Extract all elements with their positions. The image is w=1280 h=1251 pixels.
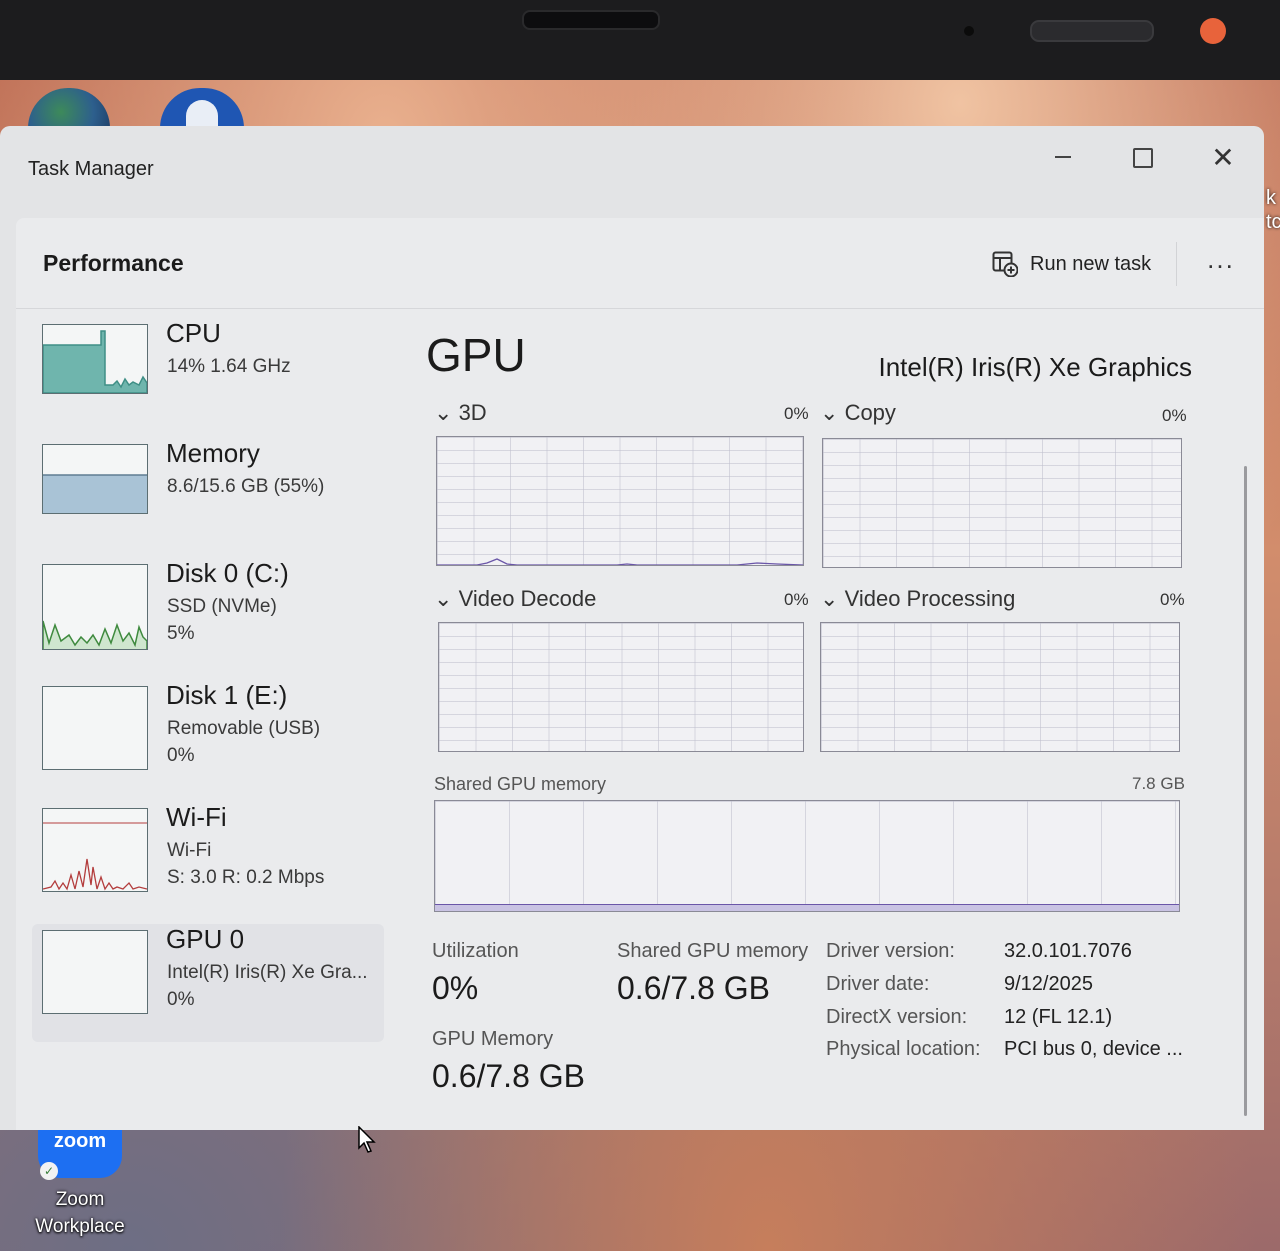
utilization-value: 0% (432, 970, 479, 1006)
memory-thumbnail-graph (42, 444, 148, 514)
directx-version-value: 12 (FL 12.1) (1004, 1006, 1113, 1028)
bezel-grill (1030, 20, 1154, 42)
run-new-task-button[interactable]: Run new task (984, 244, 1159, 284)
driver-date-value: 9/12/2025 (1004, 973, 1093, 995)
shared-memory-graph (434, 800, 1180, 912)
device-name: CPU (166, 318, 221, 348)
device-detail: 14% 1.64 GHz (167, 356, 291, 377)
device-detail: Wi-Fi (167, 840, 212, 861)
driver-version-value: 32.0.101.7076 (1004, 940, 1132, 962)
utilization-label: Utilization (432, 940, 519, 962)
task-manager-window: Task Manager ✕ Performance Run new task … (0, 126, 1264, 1130)
physical-location-value: PCI bus 0, device ... (1004, 1038, 1183, 1060)
maximize-icon (1133, 148, 1153, 168)
minimize-icon (1055, 156, 1071, 158)
maximize-button[interactable] (1120, 140, 1166, 176)
gpu-thumbnail-graph (42, 930, 148, 1014)
close-button[interactable]: ✕ (1200, 140, 1246, 176)
device-detail: SSD (NVMe) (167, 596, 277, 617)
engine-3d-percent: 0% (784, 404, 809, 423)
engine-video-processing-percent: 0% (1160, 590, 1185, 609)
shared-memory-graph-label: Shared GPU memory (434, 774, 607, 794)
close-icon: ✕ (1211, 142, 1235, 173)
scrollbar[interactable] (1244, 466, 1247, 1116)
device-item-wifi[interactable]: Wi-Fi Wi-Fi S: 3.0 R: 0.2 Mbps (32, 802, 384, 920)
device-item-cpu[interactable]: CPU 14% 1.64 GHz (32, 318, 384, 436)
shared-memory-label: Shared GPU memory (617, 940, 809, 962)
mouse-pointer-icon (358, 1125, 376, 1159)
device-usage: 0% (167, 989, 195, 1010)
zoom-app-label[interactable]: Zoom Workplace (18, 1186, 142, 1240)
device-usage: S: 3.0 R: 0.2 Mbps (167, 867, 325, 888)
device-name: GPU 0 (166, 924, 245, 954)
shared-memory-graph-max: 7.8 GB (1132, 774, 1185, 793)
wifi-thumbnail-graph (42, 808, 148, 892)
performance-page: Performance Run new task ... CPU 14% 1.6… (16, 218, 1264, 1130)
chevron-down-icon: ⌄ (820, 400, 839, 425)
device-name: Disk 1 (E:) (166, 680, 288, 710)
chevron-down-icon: ⌄ (434, 586, 453, 611)
power-led (1200, 18, 1226, 44)
engine-select-video-processing[interactable]: ⌄ Video Processing (820, 586, 1015, 612)
bezel-slot (522, 10, 660, 30)
device-usage: 5% (167, 623, 195, 644)
gpu-heading: GPU (426, 329, 526, 381)
sync-check-icon: ✓ (40, 1162, 58, 1180)
disk1-thumbnail-graph (42, 686, 148, 770)
desktop-edge-text: k tc (1266, 187, 1280, 233)
header-separator (1176, 242, 1177, 286)
chevron-down-icon: ⌄ (434, 400, 453, 425)
engine-select-copy[interactable]: ⌄ Copy (820, 400, 896, 426)
title-bar[interactable]: Task Manager ✕ (0, 126, 1264, 212)
device-name: Disk 0 (C:) (166, 558, 289, 588)
device-item-disk-0[interactable]: Disk 0 (C:) SSD (NVMe) 5% (32, 558, 384, 676)
driver-date-label: Driver date: (826, 973, 930, 995)
cpu-thumbnail-graph (42, 324, 148, 394)
shared-memory-fill (435, 904, 1179, 911)
engine-copy-percent: 0% (1162, 406, 1187, 425)
minimize-button[interactable] (1040, 140, 1086, 176)
page-header: Performance Run new task ... (16, 218, 1264, 309)
gpu-memory-label: GPU Memory (432, 1028, 554, 1050)
webcam-dot (964, 26, 974, 36)
device-name: Wi-Fi (166, 802, 227, 832)
run-task-icon (992, 251, 1019, 278)
device-item-gpu-0[interactable]: GPU 0 Intel(R) Iris(R) Xe Gra... 0% (32, 924, 384, 1042)
device-usage: 0% (167, 745, 195, 766)
chevron-down-icon: ⌄ (820, 586, 839, 611)
device-detail: Removable (USB) (167, 718, 321, 739)
physical-location-label: Physical location: (826, 1038, 981, 1060)
more-options-button[interactable]: ... (1196, 242, 1246, 282)
driver-version-label: Driver version: (826, 940, 955, 962)
run-task-label: Run new task (1030, 252, 1152, 275)
engine-copy-graph (822, 438, 1182, 568)
device-name: Memory (166, 438, 260, 468)
shared-memory-value: 0.6/7.8 GB (617, 970, 770, 1006)
engine-select-video-decode[interactable]: ⌄ Video Decode (434, 586, 596, 612)
device-detail: 8.6/15.6 GB (55%) (167, 476, 325, 497)
laptop-bezel (0, 0, 1280, 80)
device-item-memory[interactable]: Memory 8.6/15.6 GB (55%) (32, 438, 384, 556)
engine-3d-graph (436, 436, 804, 566)
engine-select-3d[interactable]: ⌄ 3D (434, 400, 487, 426)
engine-video-decode-percent: 0% (784, 590, 809, 609)
device-list: CPU 14% 1.64 GHz Memory 8.6/15.6 GB (55%… (32, 318, 384, 1044)
disk0-thumbnail-graph (42, 564, 148, 650)
page-title: Performance (43, 250, 184, 276)
directx-version-label: DirectX version: (826, 1006, 968, 1028)
engine-video-decode-graph (438, 622, 804, 752)
gpu-memory-value: 0.6/7.8 GB (432, 1058, 585, 1094)
device-detail: Intel(R) Iris(R) Xe Gra... (167, 962, 368, 983)
window-title: Task Manager (28, 158, 154, 180)
gpu-model-name: Intel(R) Iris(R) Xe Graphics (878, 352, 1193, 382)
engine-video-processing-graph (820, 622, 1180, 752)
device-item-disk-1[interactable]: Disk 1 (E:) Removable (USB) 0% (32, 680, 384, 798)
more-icon: ... (1207, 244, 1235, 274)
